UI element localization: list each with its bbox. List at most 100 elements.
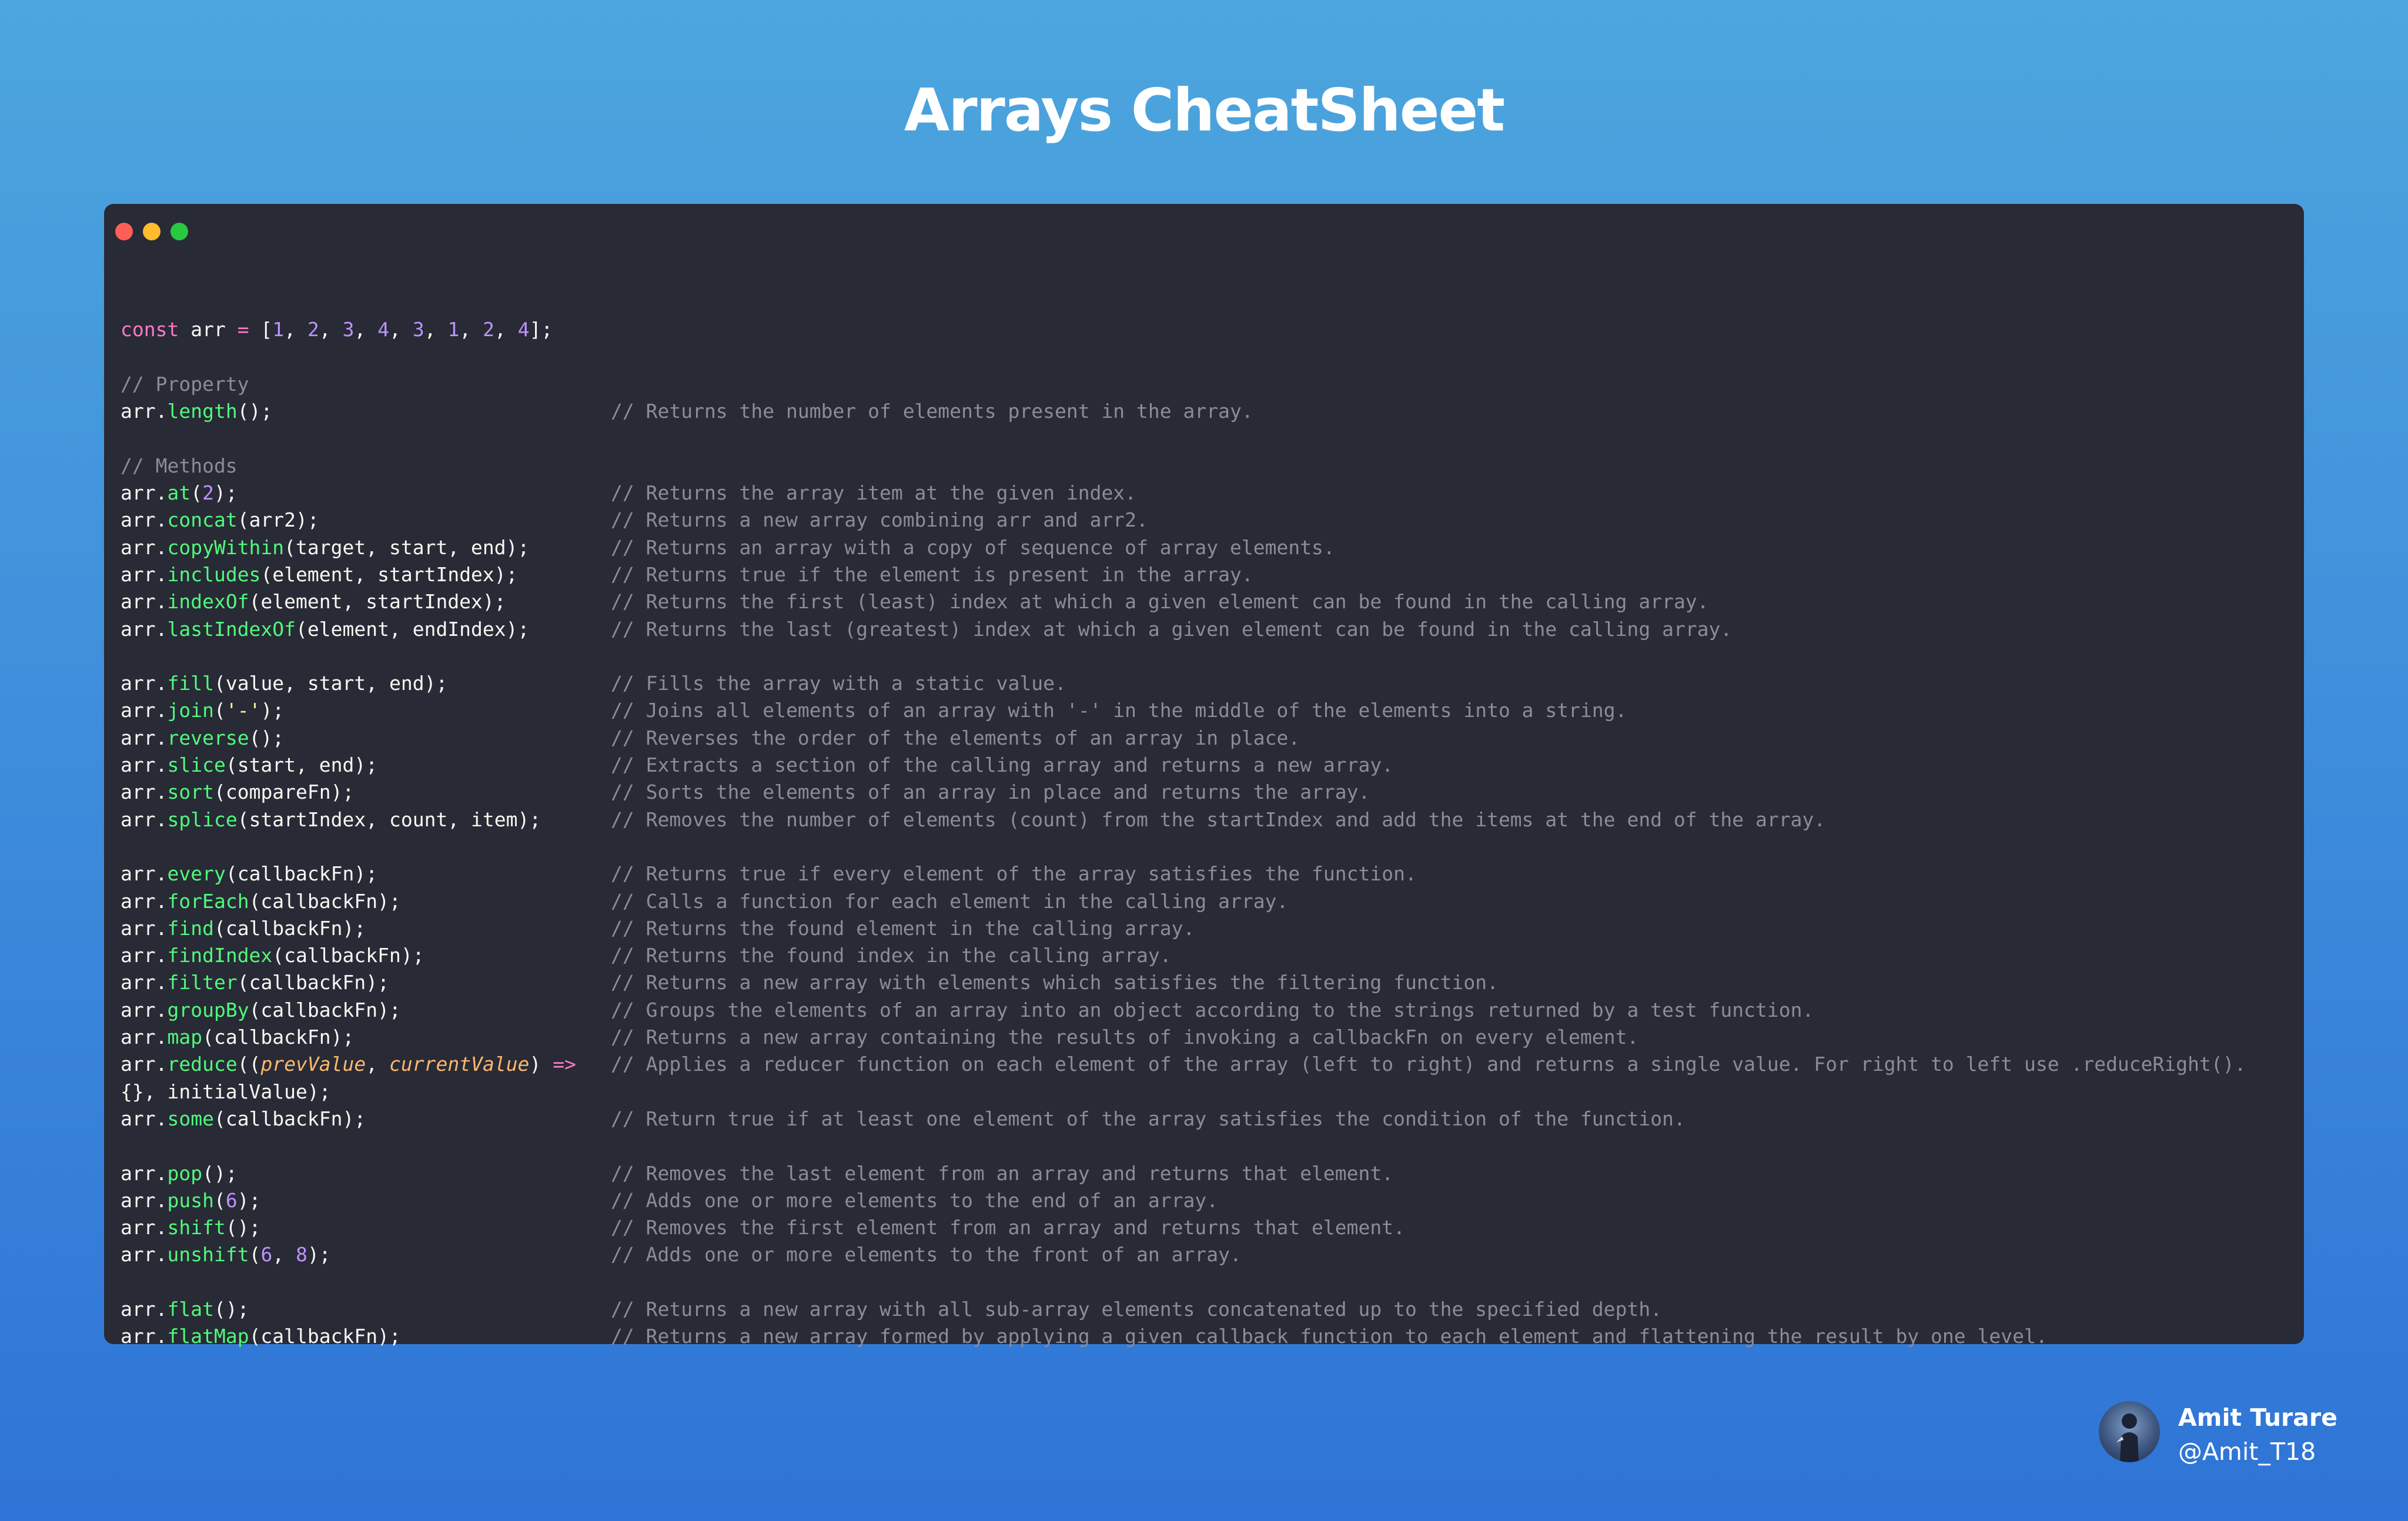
punctuation: ]; (529, 318, 553, 341)
code-line-findIndex: arr.findIndex(callbackFn); // Returns the… (121, 942, 1172, 969)
code-object: arr. (121, 508, 168, 532)
method-name: reduce (167, 1053, 238, 1076)
code-object: arr. (121, 1107, 168, 1130)
code-object: arr. (121, 944, 168, 967)
code-comment: // Returns the first (least) index at wh… (611, 590, 1709, 614)
variable-name: arr (179, 318, 238, 341)
method-name: filter (167, 971, 238, 994)
method-name: join (167, 699, 214, 722)
code-line-sort: arr.sort(compareFn); // Sorts the element… (121, 779, 1370, 806)
code-comment: // Calls a function for each element in … (611, 889, 1289, 913)
code-comment: // Joins all elements of an array with '… (611, 699, 1627, 722)
parameter: prevValue (260, 1053, 366, 1076)
number-literal: 2 (202, 481, 214, 505)
author-card: Amit Turare @Amit_T18 (2099, 1399, 2381, 1469)
avatar (2099, 1401, 2160, 1462)
code-line-some: arr.some(callbackFn); // Return true if a… (121, 1105, 1685, 1133)
method-name: includes (167, 562, 261, 586)
code-line-length: arr.length(); // Returns the number of el… (121, 398, 1253, 425)
code-object: arr. (121, 481, 168, 505)
punctuation: , (354, 318, 378, 341)
code-comment: // Return true if at least one element o… (611, 1107, 1685, 1130)
code-comment: // Sorts the elements of an array in pla… (611, 780, 1370, 804)
method-args: (callbackFn); (249, 998, 401, 1021)
section-comment: // Methods (121, 454, 238, 477)
number-literal: 4 (377, 318, 390, 341)
code-object: arr. (121, 780, 168, 804)
code-comment: // Fills the array with a static value. (611, 672, 1066, 695)
parameter: currentValue (389, 1053, 530, 1076)
close-dot-icon[interactable] (115, 223, 133, 240)
number-literal: 8 (296, 1243, 307, 1267)
number-literal: 2 (483, 318, 494, 341)
property-header: // Property (121, 371, 576, 398)
method-name: flat (167, 1297, 214, 1321)
code-object: arr. (121, 535, 168, 559)
code-line-decl: const arr = [1, 2, 3, 4, 3, 1, 2, 4]; (121, 316, 576, 343)
code-object: arr. (121, 1026, 168, 1049)
method-name: at (167, 481, 191, 505)
method-args: (callbackFn); (249, 889, 401, 913)
method-args: {}, initialValue); (121, 1080, 331, 1103)
minimize-dot-icon[interactable] (143, 223, 160, 240)
code-line-includes: arr.includes(element, startIndex); // Ret… (121, 561, 1253, 588)
maximize-dot-icon[interactable] (170, 223, 188, 240)
method-args: (callbackFn); (202, 1026, 354, 1049)
code-line-map: arr.map(callbackFn); // Returns a new arr… (121, 1024, 1638, 1051)
code-line-shift: arr.shift(); // Removes the first element… (121, 1214, 1405, 1241)
method-name: every (167, 862, 226, 886)
method-name: findIndex (167, 944, 273, 967)
punctuation: , (494, 318, 518, 341)
code-line-groupBy: arr.groupBy(callbackFn); // Groups the el… (121, 997, 1814, 1024)
profile-photo-icon (2116, 1413, 2139, 1462)
code-object: arr. (121, 562, 168, 586)
method-args: (callbackFn); (249, 1325, 401, 1348)
code-line-push: arr.push(6); // Adds one or more elements… (121, 1187, 1218, 1214)
method-name: some (167, 1107, 214, 1130)
code-comment: // Returns the number of elements presen… (611, 400, 1253, 423)
code-line-pop: arr.pop(); // Removes the last element fr… (121, 1160, 1393, 1187)
code-object: arr. (121, 1325, 168, 1348)
code-object: arr. (121, 1297, 168, 1321)
code-line-reverse: arr.reverse(); // Reverses the order of t… (121, 725, 1300, 752)
method-args: (); (249, 726, 285, 749)
method-args: ); (260, 699, 285, 722)
method-args: ( (249, 1243, 261, 1267)
method-args: ); (213, 481, 238, 505)
code-object: arr. (121, 617, 168, 641)
code-comment: // Returns true if every element of the … (611, 862, 1417, 886)
method-args: (value, start, end); (213, 672, 448, 695)
code-line-find: arr.find(callbackFn); // Returns the foun… (121, 915, 1195, 942)
code-line-indexOf: arr.indexOf(element, startIndex); // Retu… (121, 588, 1709, 615)
number-literal: 6 (260, 1243, 273, 1267)
number-literal: 2 (307, 318, 319, 341)
number-literal: 3 (342, 318, 354, 341)
method-name: push (167, 1188, 214, 1212)
method-name: copyWithin (167, 535, 285, 559)
code-object: arr. (121, 916, 168, 940)
code-line-reduce-cont: {}, initialValue); (121, 1078, 576, 1105)
code-object: arr. (121, 590, 168, 614)
method-args: (element, startIndex); (249, 590, 506, 614)
code-object: arr. (121, 862, 168, 886)
page-title: Arrays CheatSheet (904, 76, 1505, 145)
code-comment: // Applies a reducer function on each el… (611, 1053, 2246, 1076)
code-object: arr. (121, 400, 168, 423)
code-comment: // Removes the last element from an arra… (611, 1161, 1394, 1185)
code-line-fill: arr.fill(value, start, end); // Fills the… (121, 670, 1066, 697)
code-comment: // Extracts a section of the calling arr… (611, 753, 1394, 777)
method-name: slice (167, 753, 226, 777)
code-object: arr. (121, 808, 168, 831)
code-object: arr. (121, 1216, 168, 1239)
method-args: (callbackFn); (237, 971, 389, 994)
method-args: (arr2); (237, 508, 319, 532)
method-args: (element, startIndex); (260, 562, 518, 586)
method-args: (element, endIndex); (296, 617, 530, 641)
method-args: (target, start, end); (284, 535, 530, 559)
code-line-reduce: arr.reduce((prevValue, currentValue) => /… (121, 1051, 2246, 1078)
